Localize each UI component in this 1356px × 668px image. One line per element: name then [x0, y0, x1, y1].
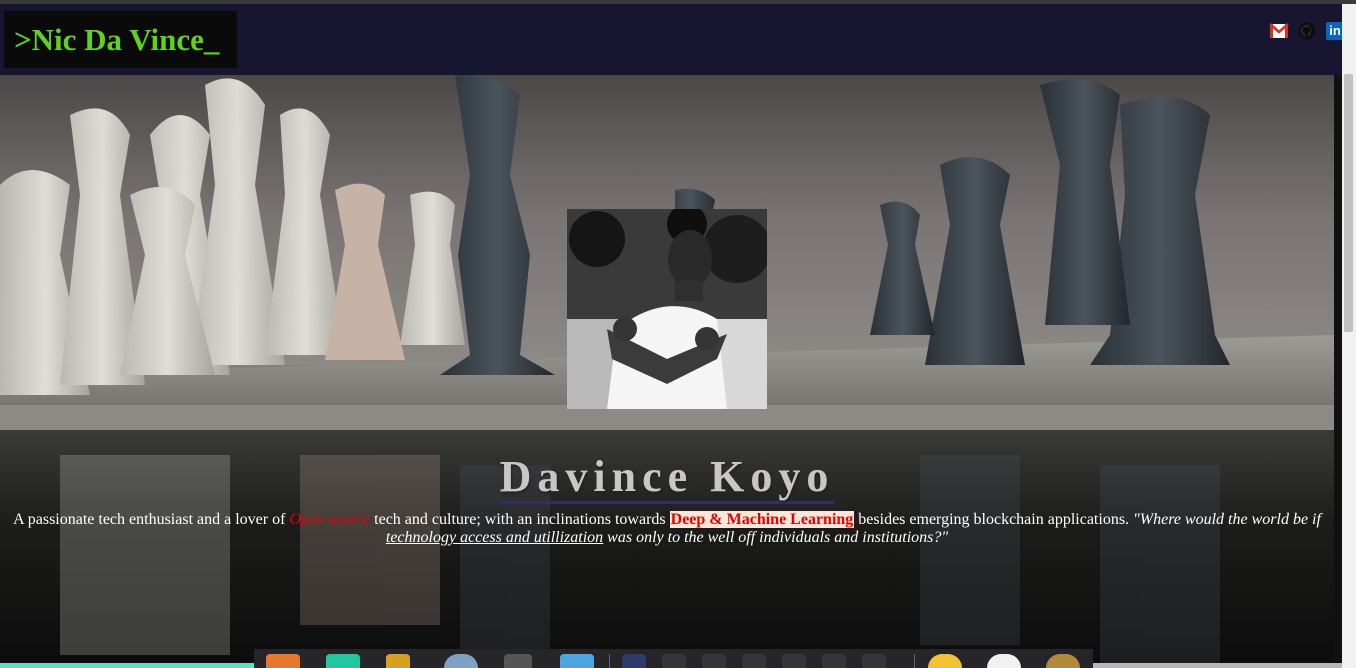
app-icon[interactable]	[662, 654, 686, 668]
taskbar-separator	[609, 654, 610, 668]
github-icon[interactable]	[1297, 22, 1317, 40]
app-icon[interactable]	[622, 654, 646, 668]
firefox-icon[interactable]	[266, 654, 300, 668]
taskbar-strip-left	[0, 663, 254, 668]
files-icon[interactable]	[560, 654, 594, 668]
profile-name: Davince Koyo	[0, 451, 1334, 504]
sublime-icon[interactable]	[504, 654, 532, 668]
clock-icon[interactable]	[928, 654, 962, 668]
os-taskbar	[254, 649, 1093, 668]
hero-section: Davince Koyo A passionate tech enthusias…	[0, 75, 1334, 668]
power-icon[interactable]	[987, 654, 1021, 668]
brand-logo[interactable]: >Nic Da Vince_	[4, 11, 237, 68]
profile-photo	[567, 209, 767, 409]
profile-bio: A passionate tech enthusiast and a lover…	[13, 511, 1321, 546]
settings-icon[interactable]	[386, 654, 410, 668]
app-icon[interactable]	[702, 654, 726, 668]
gmail-icon[interactable]	[1269, 22, 1289, 40]
navbar: >Nic Da Vince_ in	[0, 4, 1344, 75]
open-source-text: Open source	[289, 511, 371, 528]
scrollbar-thumb[interactable]	[1344, 74, 1353, 332]
terminal-icon[interactable]	[326, 654, 360, 668]
taskbar-separator	[914, 654, 915, 668]
vertical-scrollbar[interactable]	[1342, 4, 1356, 668]
app-icon[interactable]	[782, 654, 806, 668]
app-icon[interactable]	[862, 654, 886, 668]
taskbar-strip-right	[1093, 663, 1342, 668]
app-icon[interactable]	[822, 654, 846, 668]
chrome-icon[interactable]	[444, 654, 478, 668]
user-icon[interactable]	[1046, 654, 1080, 668]
highlighted-skill: Deep & Machine Learning	[669, 511, 855, 528]
app-icon[interactable]	[742, 654, 766, 668]
